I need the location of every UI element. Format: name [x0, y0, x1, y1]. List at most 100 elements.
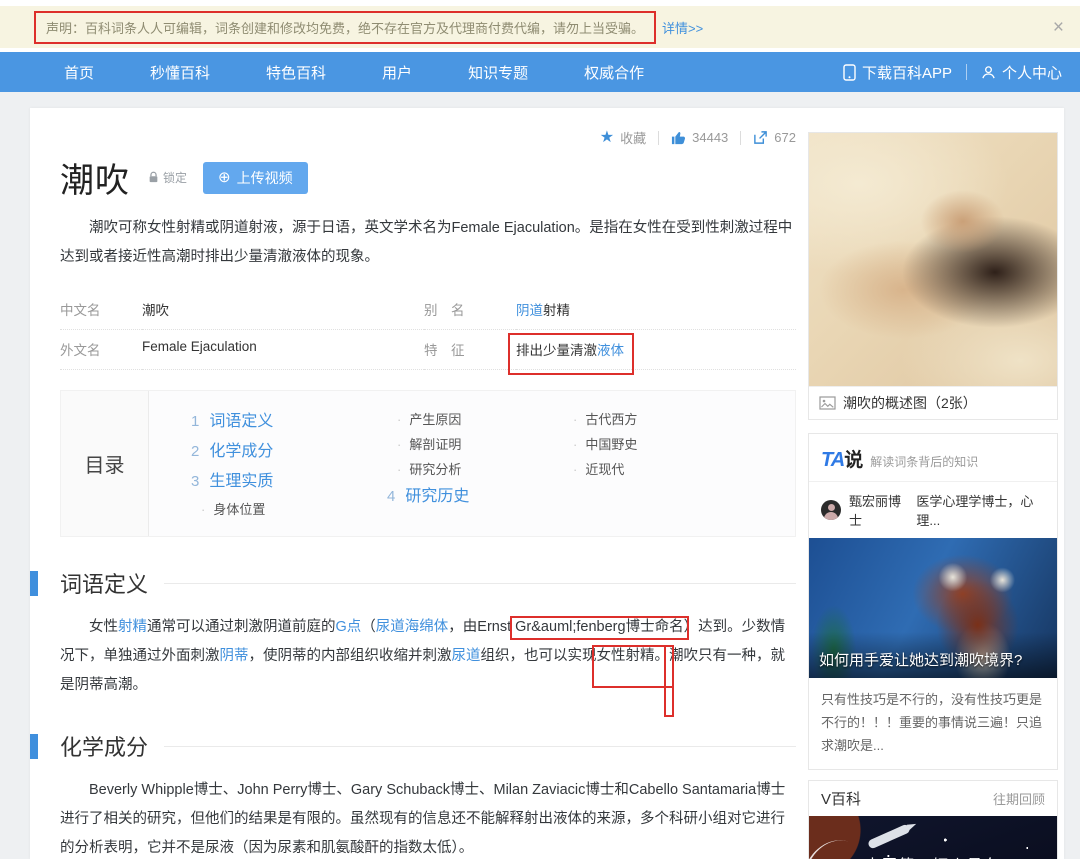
vbaike-header: V百科 往期回顾: [809, 781, 1057, 816]
tashuo-summary: 只有性技巧是不行的，没有性技巧更是不行的！！！重要的事情说三遍！只追求潮吹是..…: [809, 678, 1057, 769]
infobox: 中文名 潮吹 别 名 阴道射精 外文名 Female Ejaculation 特…: [60, 290, 796, 370]
nav-item-miaodong[interactable]: 秒懂百科: [150, 62, 210, 83]
section-title: 词语定义: [60, 567, 148, 599]
section-ciyudingyi: 词语定义 女性射精通常可以通过刺激阴道前庭的G点（尿道海绵体，由Ernst Gr…: [60, 567, 796, 700]
tashuo-tagline: 解读词条背后的知识: [870, 453, 978, 470]
toc-item-shenglishizhi[interactable]: 3生理实质: [191, 467, 387, 497]
toc-item-zhongguoyeshi[interactable]: ·中国野史: [563, 432, 733, 457]
close-icon[interactable]: ×: [1053, 18, 1064, 37]
toc-item-huaxuechengfen[interactable]: 2化学成分: [191, 437, 387, 467]
favorite-button[interactable]: ★ 收藏: [600, 128, 646, 147]
overview-photo[interactable]: [809, 133, 1057, 386]
lock-icon: [148, 171, 159, 184]
tashuo-header: TA说 解读词条背后的知识: [809, 434, 1057, 482]
text-segment: 射精: [543, 303, 570, 318]
nav-item-quanwei[interactable]: 权威合作: [584, 62, 644, 83]
text-segment: ，由Ernst: [448, 619, 515, 635]
inline-link[interactable]: 阴蒂: [220, 648, 249, 664]
personal-center-link[interactable]: 个人中心: [981, 62, 1062, 83]
sidebar: 潮吹的概述图（2张） TA说 解读词条背后的知识 甄宏丽博士 医学心理学博士，心…: [808, 108, 1058, 859]
text-segment: 女性: [89, 619, 118, 635]
avatar: [821, 500, 841, 520]
rocket-icon: [867, 823, 911, 849]
inline-link[interactable]: G点: [336, 619, 362, 635]
text-segment: 通常可以通过刺激阴道前庭的: [147, 619, 336, 635]
nav-item-tese[interactable]: 特色百科: [266, 62, 326, 83]
toc-item-jiepouzhengming[interactable]: ·解剖证明: [387, 432, 563, 457]
vbaike-image[interactable]: 中国第一辆火星车 祝融号的名字 是怎么来的?: [809, 816, 1057, 859]
notice-statement: 声明：百科词条人人可编辑，词条创建和修改均免费，绝不存在官方及代理商付费代编，请…: [34, 11, 656, 44]
text-segment: ，使阴蒂的内部组织收缩并刺激: [249, 648, 452, 664]
tashuo-author-link[interactable]: 甄宏丽博士 医学心理学博士，心理...: [809, 482, 1057, 538]
intro-paragraph: 潮吹可称女性射精或阴道射液，源于日语，英文学术名为Female Ejaculat…: [60, 214, 796, 272]
toc-item-gudaixifang[interactable]: ·古代西方: [563, 407, 733, 432]
download-app-link[interactable]: 下载百科APP: [843, 62, 952, 83]
like-button[interactable]: 34443: [671, 130, 728, 145]
infobox-value-annotated: 排出少量清澈液体: [516, 339, 624, 359]
phone-icon: [843, 64, 856, 81]
tashuo-logo: TA说: [821, 445, 862, 472]
upload-video-button[interactable]: ⊕ 上传视频: [203, 162, 308, 194]
section-divider: [164, 746, 796, 747]
section-heading-row: 词语定义: [60, 567, 796, 599]
annotation-red-box: Gr&auml;fenberg博士命名: [515, 619, 683, 635]
nav-divider: [966, 64, 967, 80]
content-card: ★ 收藏 34443 672: [30, 108, 1064, 859]
vbaike-review-link[interactable]: 往期回顾: [993, 789, 1045, 808]
main-column: ★ 收藏 34443 672: [60, 108, 796, 859]
toc-item-chanshengyuanyin[interactable]: ·产生原因: [387, 407, 563, 432]
toc-label: 目录: [61, 391, 149, 536]
toc-item-yanjiufenxi[interactable]: ·研究分析: [387, 457, 563, 482]
share-icon: [753, 130, 768, 145]
section-divider: [164, 583, 796, 584]
inline-link[interactable]: 尿道: [452, 648, 481, 664]
nav-right: 下载百科APP 个人中心: [843, 62, 1062, 83]
table-of-contents: 目录 1词语定义 2化学成分 3生理实质 ·身体位置 ·产生原因 ·解剖证明 ·…: [60, 390, 796, 537]
infobox-value: 潮吹: [142, 299, 169, 319]
page-body: ★ 收藏 34443 672: [0, 92, 1080, 859]
lock-status: 锁定: [148, 169, 187, 186]
stat-separator: [740, 131, 741, 145]
annotation-red-box: 女性射精。: [597, 648, 670, 664]
text-segment: Female Ejaculation: [142, 339, 257, 354]
author-desc: 医学心理学博士，心理...: [916, 491, 1045, 529]
section-marker: [30, 571, 38, 596]
infobox-value: 阴道射精: [516, 299, 570, 319]
vbaike-title: V百科: [821, 788, 861, 809]
share-button[interactable]: 672: [753, 130, 796, 145]
toc-item-jinxiandai[interactable]: ·近现代: [563, 457, 733, 482]
section-marker: [30, 734, 38, 759]
inline-link[interactable]: 射精: [118, 619, 147, 635]
text-segment: （: [361, 619, 376, 635]
author-name: 甄宏丽博士: [849, 491, 908, 529]
toc-item-shentiweizhi[interactable]: ·身体位置: [191, 497, 387, 522]
section-huaxuechengfen: 化学成分 Beverly Whipple博士、John Perry博士、Gary…: [60, 730, 796, 859]
text-segment: 组织，也可以实现: [481, 648, 597, 664]
overview-caption-link[interactable]: 潮吹的概述图（2张）: [809, 386, 1057, 419]
vbaike-box: V百科 往期回顾 中国第一辆火星车 祝融号的名字 是怎么来的?: [808, 780, 1058, 859]
text-segment: Beverly Whipple博士、John Perry博士、Gary Schu…: [60, 782, 785, 856]
infobox-label: 外文名: [60, 330, 142, 370]
tashuo-box: TA说 解读词条背后的知识 甄宏丽博士 医学心理学博士，心理... 如何用手爱让…: [808, 433, 1058, 770]
nav-item-zhishi[interactable]: 知识专题: [468, 62, 528, 83]
section-paragraph: 女性射精通常可以通过刺激阴道前庭的G点（尿道海绵体，由Ernst Gr&auml…: [60, 613, 796, 700]
nav-item-home[interactable]: 首页: [64, 62, 94, 83]
nav-item-user[interactable]: 用户: [382, 62, 412, 83]
inline-link[interactable]: 尿道海绵体: [376, 619, 449, 635]
overview-image-box: 潮吹的概述图（2张）: [808, 132, 1058, 420]
toc-item-ciyudingyi[interactable]: 1词语定义: [191, 407, 387, 437]
notice-banner: 声明：百科词条人人可编辑，词条创建和修改均免费，绝不存在官方及代理商付费代编，请…: [0, 6, 1080, 48]
infobox-label: 别 名: [424, 290, 516, 330]
star-icon: ★: [600, 130, 614, 146]
infobox-value: Female Ejaculation: [142, 339, 257, 354]
article-stats: ★ 收藏 34443 672: [60, 128, 796, 147]
detail-link[interactable]: 详情>>: [662, 18, 703, 37]
page-title: 潮吹: [60, 153, 130, 202]
baike-page: 声明：百科词条人人可编辑，词条创建和修改均免费，绝不存在官方及代理商付费代编，请…: [0, 0, 1080, 859]
tashuo-video-thumbnail[interactable]: 如何用手爱让她达到潮吹境界?: [809, 538, 1057, 678]
section-paragraph: Beverly Whipple博士、John Perry博士、Gary Schu…: [60, 776, 796, 859]
toc-item-yanjiulishi[interactable]: 4研究历史: [387, 482, 563, 512]
inline-link[interactable]: 液体: [597, 343, 624, 358]
inline-link[interactable]: 阴道: [516, 303, 543, 318]
stat-separator: [658, 131, 659, 145]
